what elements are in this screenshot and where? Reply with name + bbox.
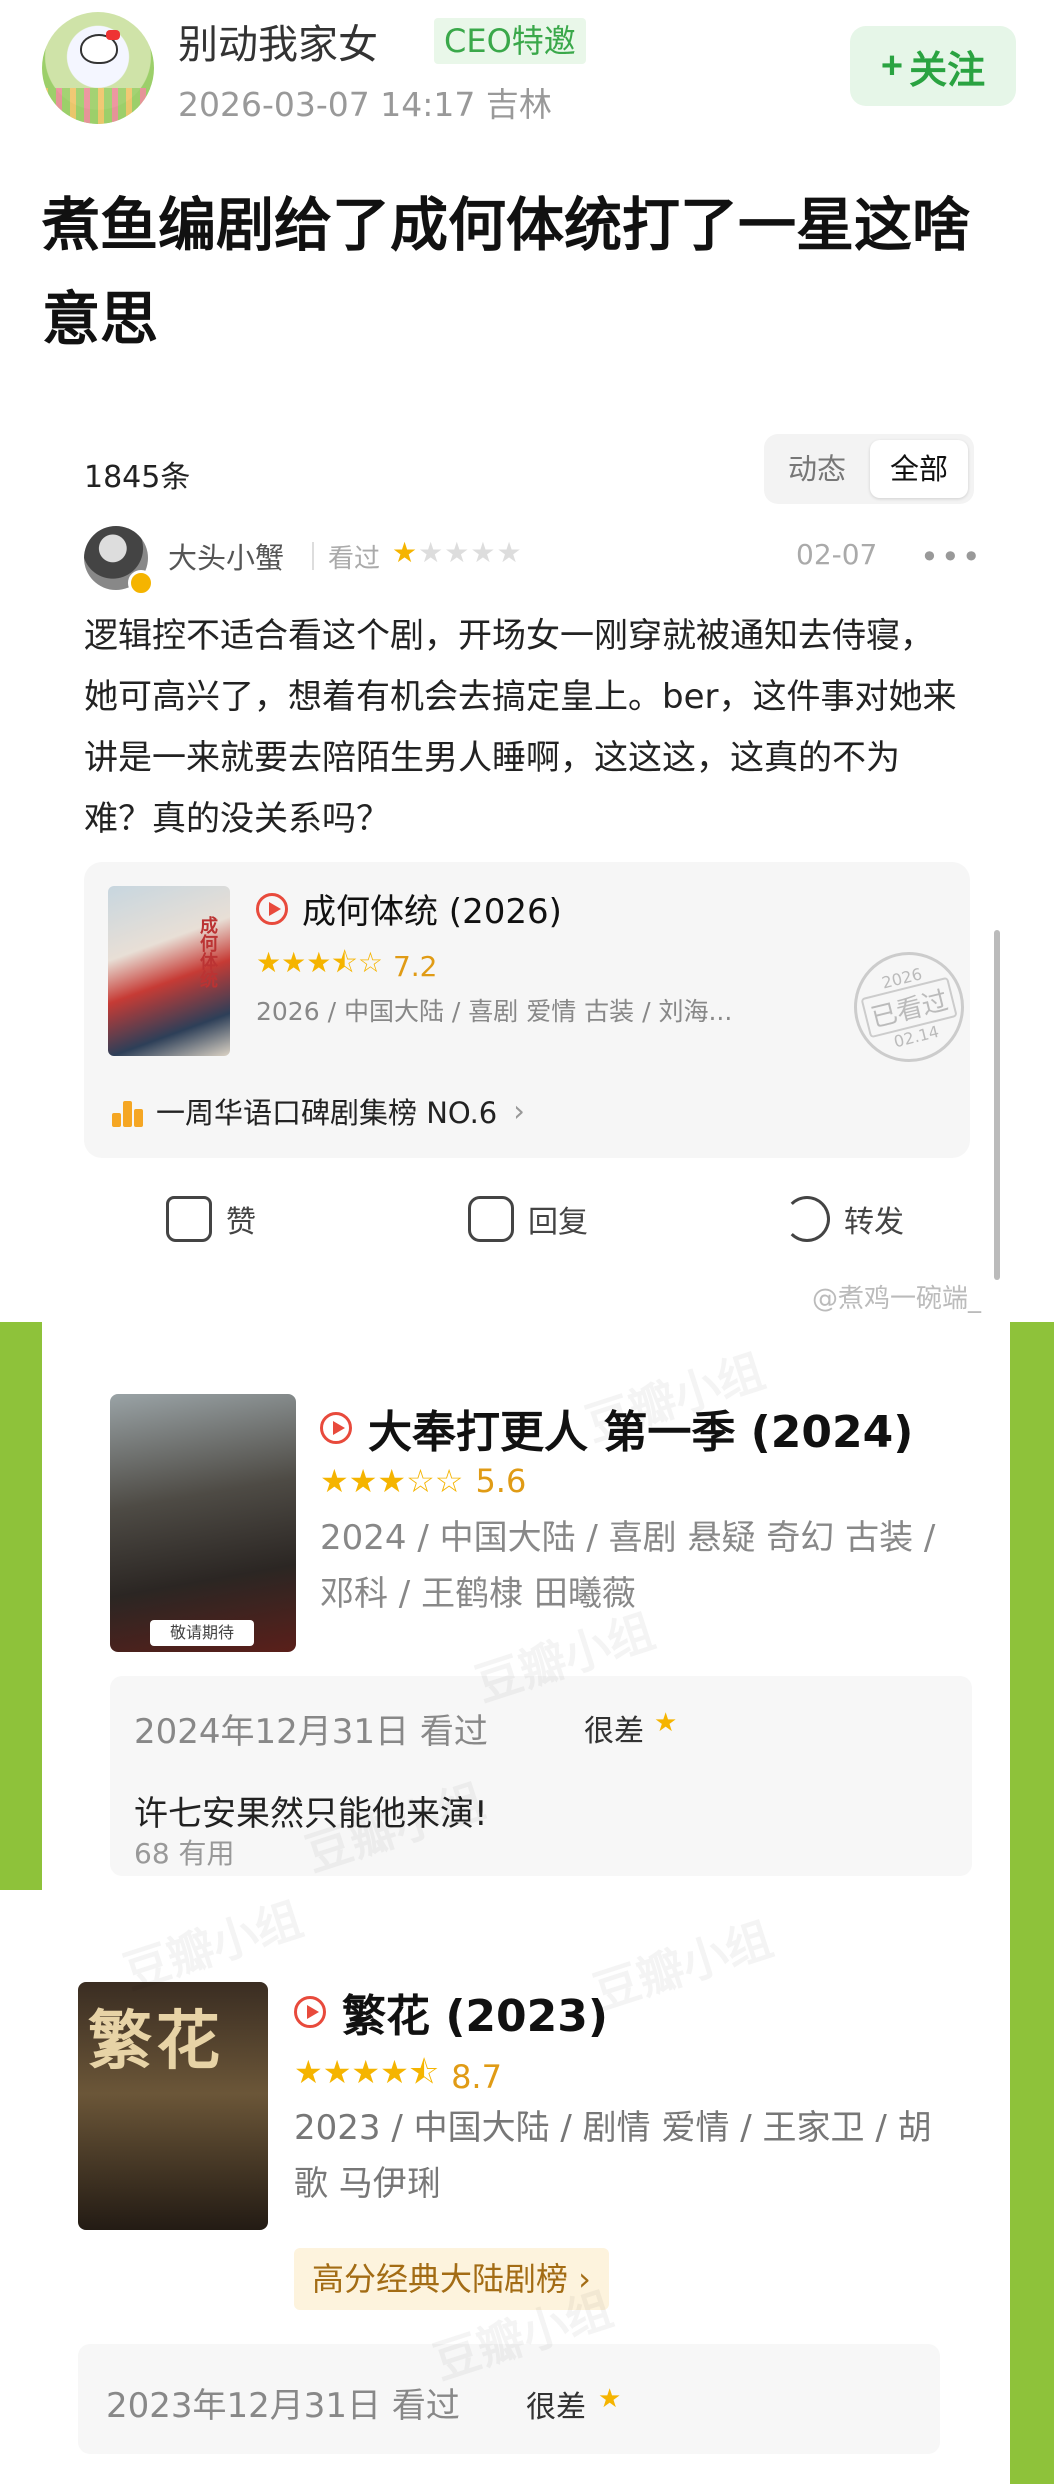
movie-title-row: 大奉打更人 第一季 (2024) bbox=[320, 1396, 913, 1460]
comment-icon bbox=[468, 1196, 514, 1242]
more-options-icon[interactable]: ••• bbox=[920, 538, 983, 576]
watermark: 豆瓣小组 bbox=[584, 1903, 779, 2023]
rank-link[interactable]: 一周华语口碑剧集榜 NO.6 › bbox=[112, 1090, 525, 1132]
tab-all[interactable]: 全部 bbox=[870, 440, 968, 498]
thumbs-up-icon bbox=[166, 1196, 212, 1242]
share-label: 转发 bbox=[844, 1205, 904, 1240]
poster-badge: 敬请期待 bbox=[150, 1620, 254, 1646]
movie-info: 2026 / 中国大陆 / 喜剧 爱情 古装 / 刘海... bbox=[256, 997, 733, 1026]
log-verdict: 很差 bbox=[584, 1714, 644, 1749]
movie-score: 7.2 bbox=[392, 949, 438, 983]
review-filter: 动态 全部 bbox=[764, 434, 974, 504]
movie-poster: 繁花 bbox=[78, 1982, 268, 2230]
star-icon: ★ bbox=[598, 2384, 622, 2414]
star-filled-icon: ★ bbox=[392, 536, 419, 569]
like-label: 赞 bbox=[226, 1205, 256, 1240]
movie-title: 大奉打更人 第一季 (2024) bbox=[368, 1407, 914, 1458]
movie-info: 2024 / 中国大陆 / 喜剧 悬疑 奇幻 古装 / 邓科 / 王鹤棣 田曦薇 bbox=[320, 1518, 936, 1614]
watched-label: 看过 bbox=[328, 544, 381, 574]
rank-chart-icon bbox=[112, 1095, 144, 1127]
movie-poster: 敬请期待 bbox=[110, 1394, 296, 1652]
rank-tag[interactable]: 高分经典大陆剧榜 › bbox=[294, 2248, 609, 2310]
movie-score: 5.6 bbox=[475, 1462, 527, 1500]
username[interactable]: 别动我家女 bbox=[178, 12, 378, 70]
review-star-rating: ★★★★★ bbox=[392, 536, 523, 569]
play-icon bbox=[256, 892, 288, 925]
log-date: 2023年12月31日 看过 bbox=[106, 2386, 460, 2426]
log-comment: 许七安果然只能他来演! bbox=[134, 1794, 488, 1834]
plus-icon: + bbox=[880, 44, 904, 87]
poster-title: 繁花 bbox=[88, 2005, 224, 2079]
movie-title: 成何体统 (2026) bbox=[302, 892, 562, 932]
green-edge bbox=[1010, 1890, 1054, 2484]
weibo-watermark: @煮鸡一碗端_ bbox=[812, 1284, 982, 1314]
post-title: 煮鱼编剧给了成何体统打了一星这啥意思 bbox=[42, 191, 971, 353]
movie-title: 繁花 (2023) bbox=[342, 1991, 608, 2042]
share-button[interactable]: 转发 bbox=[784, 1196, 904, 1242]
watch-log: 2024年12月31日 看过 很差 ★ 许七安果然只能他来演! 68 有用 bbox=[110, 1676, 972, 1876]
watched-stamp: 2026 已看过 02.14 bbox=[842, 940, 976, 1074]
movie-score: 8.7 bbox=[451, 2058, 502, 2096]
ceo-badge: CEO特邀 bbox=[434, 18, 586, 64]
reviewer-avatar[interactable] bbox=[84, 526, 154, 596]
divider bbox=[312, 542, 314, 570]
follow-button[interactable]: + 关注 bbox=[850, 26, 1016, 106]
screenshot-3: 繁花 繁花 (2023) ★★★★⯪ 8.7 2023 / 中国大陆 / 剧情 … bbox=[0, 1890, 1054, 2484]
chevron-right-icon: › bbox=[513, 1094, 525, 1128]
tab-dynamic[interactable]: 动态 bbox=[772, 440, 862, 498]
movie-rating: ★★★☆☆ 5.6 bbox=[320, 1462, 526, 1500]
play-icon bbox=[320, 1412, 352, 1444]
play-icon bbox=[294, 1996, 326, 2028]
movie-card[interactable]: 成何体统 成何体统 (2026) ★★★⯪☆ 7.2 2026 / 中国大陆 /… bbox=[84, 862, 976, 1158]
repost-icon bbox=[784, 1196, 830, 1242]
movie-poster: 成何体统 bbox=[108, 886, 230, 1056]
star-empty-icon: ★ bbox=[496, 536, 523, 569]
post-meta: 2026-03-07 14:17 吉林 bbox=[178, 85, 552, 124]
post-section: 别动我家女 CEO特邀 2026-03-07 14:17 吉林 + 关注 煮鱼编… bbox=[0, 0, 1054, 1322]
log-date: 2024年12月31日 看过 bbox=[134, 1712, 488, 1752]
reviewer-name[interactable]: 大头小蟹 bbox=[168, 535, 284, 577]
scrollbar[interactable] bbox=[994, 930, 1000, 1280]
follow-label: 关注 bbox=[909, 49, 986, 92]
movie-stars: ★★★☆☆ bbox=[320, 1462, 464, 1500]
star-empty-icon: ★ bbox=[418, 536, 445, 569]
screenshot-2: 敬请期待 大奉打更人 第一季 (2024) ★★★☆☆ 5.6 2024 / 中… bbox=[0, 1322, 1054, 1890]
reply-label: 回复 bbox=[528, 1205, 588, 1240]
movie-rating: ★★★★⯪ 8.7 bbox=[294, 2050, 502, 2104]
reply-button[interactable]: 回复 bbox=[468, 1196, 588, 1242]
watch-log: 2023年12月31日 看过 很差 ★ bbox=[78, 2344, 940, 2454]
useful-count[interactable]: 68 有用 bbox=[134, 1832, 235, 1872]
star-empty-icon: ★ bbox=[470, 536, 497, 569]
review-date: 02-07 bbox=[796, 538, 878, 571]
star-icon: ★ bbox=[654, 1708, 678, 1738]
movie-title-row: 繁花 (2023) bbox=[294, 1980, 608, 2044]
user-avatar[interactable] bbox=[42, 12, 154, 124]
log-verdict: 很差 bbox=[526, 2390, 586, 2425]
action-bar: 赞 回复 转发 bbox=[84, 1196, 964, 1266]
review-text: 逻辑控不适合看这个剧，开场女一刚穿就被通知去侍寝，她可高兴了，想着有机会去搞定皇… bbox=[84, 616, 957, 839]
movie-info: 2023 / 中国大陆 / 剧情 爱情 / 王家卫 / 胡歌 马伊琍 bbox=[294, 2108, 932, 2204]
movie-stars: ★★★⯪☆ bbox=[256, 946, 383, 979]
star-empty-icon: ★ bbox=[444, 536, 471, 569]
rank-label: 一周华语口碑剧集榜 NO.6 bbox=[156, 1096, 498, 1130]
movie-stars: ★★★★⯪ bbox=[294, 2053, 440, 2091]
movie-title-row: 成何体统 (2026) bbox=[256, 884, 562, 933]
like-button[interactable]: 赞 bbox=[166, 1196, 256, 1242]
movie-rating: ★★★⯪☆ 7.2 bbox=[256, 942, 437, 990]
review-count: 1845条 bbox=[84, 460, 191, 495]
